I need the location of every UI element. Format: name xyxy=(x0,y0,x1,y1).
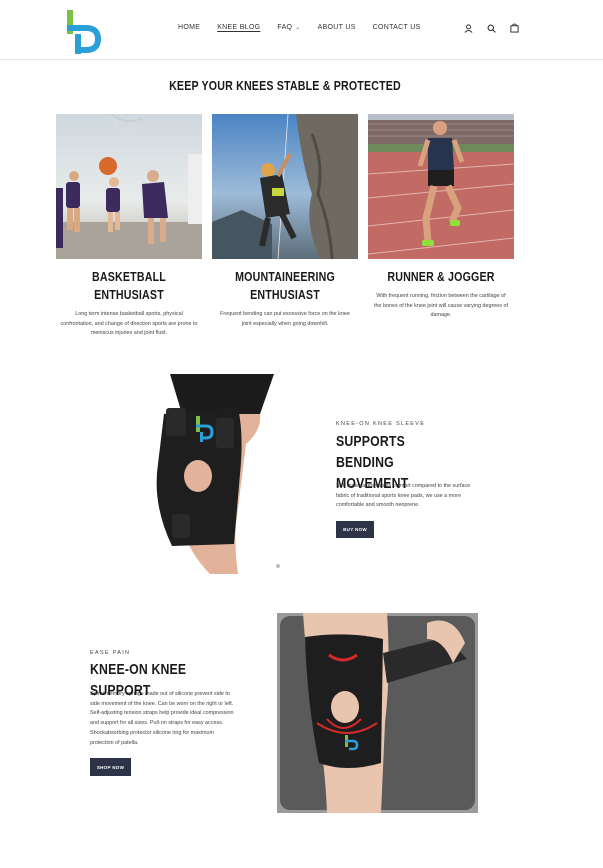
nav-faq[interactable]: FAQ ⌄ xyxy=(277,24,300,31)
brand-logo[interactable] xyxy=(64,8,104,56)
mountaineering-photo xyxy=(212,114,358,259)
nav-contact-us[interactable]: CONTACT US xyxy=(373,24,421,31)
search-icon[interactable] xyxy=(485,22,497,34)
basketball-photo xyxy=(56,114,202,259)
feature2-eyebrow: EASE PAIN xyxy=(90,650,131,656)
user-icon[interactable] xyxy=(462,22,474,34)
runner-photo xyxy=(368,114,514,259)
feature1-title: SUPPORTS BENDING MOVEMENT xyxy=(336,433,409,492)
feature2-title: KNEE-ON KNEE SUPPORT xyxy=(90,661,187,699)
card-title: BASKETBALL ENTHUSIAST xyxy=(92,269,166,302)
card-mountaineering: MOUNTAINEERING ENTHUSIAST Frequent bendi… xyxy=(212,114,358,329)
card-runner: RUNNER & JOGGER With frequent running, f… xyxy=(368,114,514,321)
nav-home[interactable]: HOME xyxy=(178,24,200,31)
card-basketball: BASKETBALL ENTHUSIAST Long term intense … xyxy=(56,114,202,339)
chevron-down-icon: ⌄ xyxy=(295,25,301,31)
buy-now-button[interactable]: BUY NOW xyxy=(336,521,374,539)
nav-about-us[interactable]: ABOUT US xyxy=(318,24,356,31)
card-title: MOUNTAINEERING ENTHUSIAST xyxy=(235,269,335,302)
card-text: Frequent bending can put excessive force… xyxy=(220,311,350,327)
header-actions xyxy=(462,22,520,34)
feature2-copy: EASE PAIN KNEE-ON KNEE SUPPORT Spiral me… xyxy=(90,650,240,777)
card-text: Long term intense basketball sports, phy… xyxy=(60,311,198,336)
feature1-eyebrow: KNEE-ON KNEE SLEEVE xyxy=(336,421,426,427)
nav-knee-blog[interactable]: KNEE BLOG xyxy=(217,24,260,31)
site-header: HOME KNEE BLOG FAQ ⌄ ABOUT US CONTACT US xyxy=(0,0,603,60)
card-text: With frequent running, friction between … xyxy=(374,293,508,318)
knee-sleeve-photo xyxy=(150,374,282,574)
section-title: KEEP YOUR KNEES STABLE & PROTECTED xyxy=(169,78,401,93)
card-title: RUNNER & JOGGER xyxy=(387,269,495,284)
shop-now-button[interactable]: SHOP NOW xyxy=(90,758,131,777)
feature1-copy: KNEE-ON KNEE SLEEVE SUPPORTS BENDING MOV… xyxy=(336,421,486,539)
knee-support-photo xyxy=(277,613,478,813)
main-nav: HOME KNEE BLOG FAQ ⌄ ABOUT US CONTACT US xyxy=(178,24,438,31)
cart-icon[interactable] xyxy=(508,22,520,34)
